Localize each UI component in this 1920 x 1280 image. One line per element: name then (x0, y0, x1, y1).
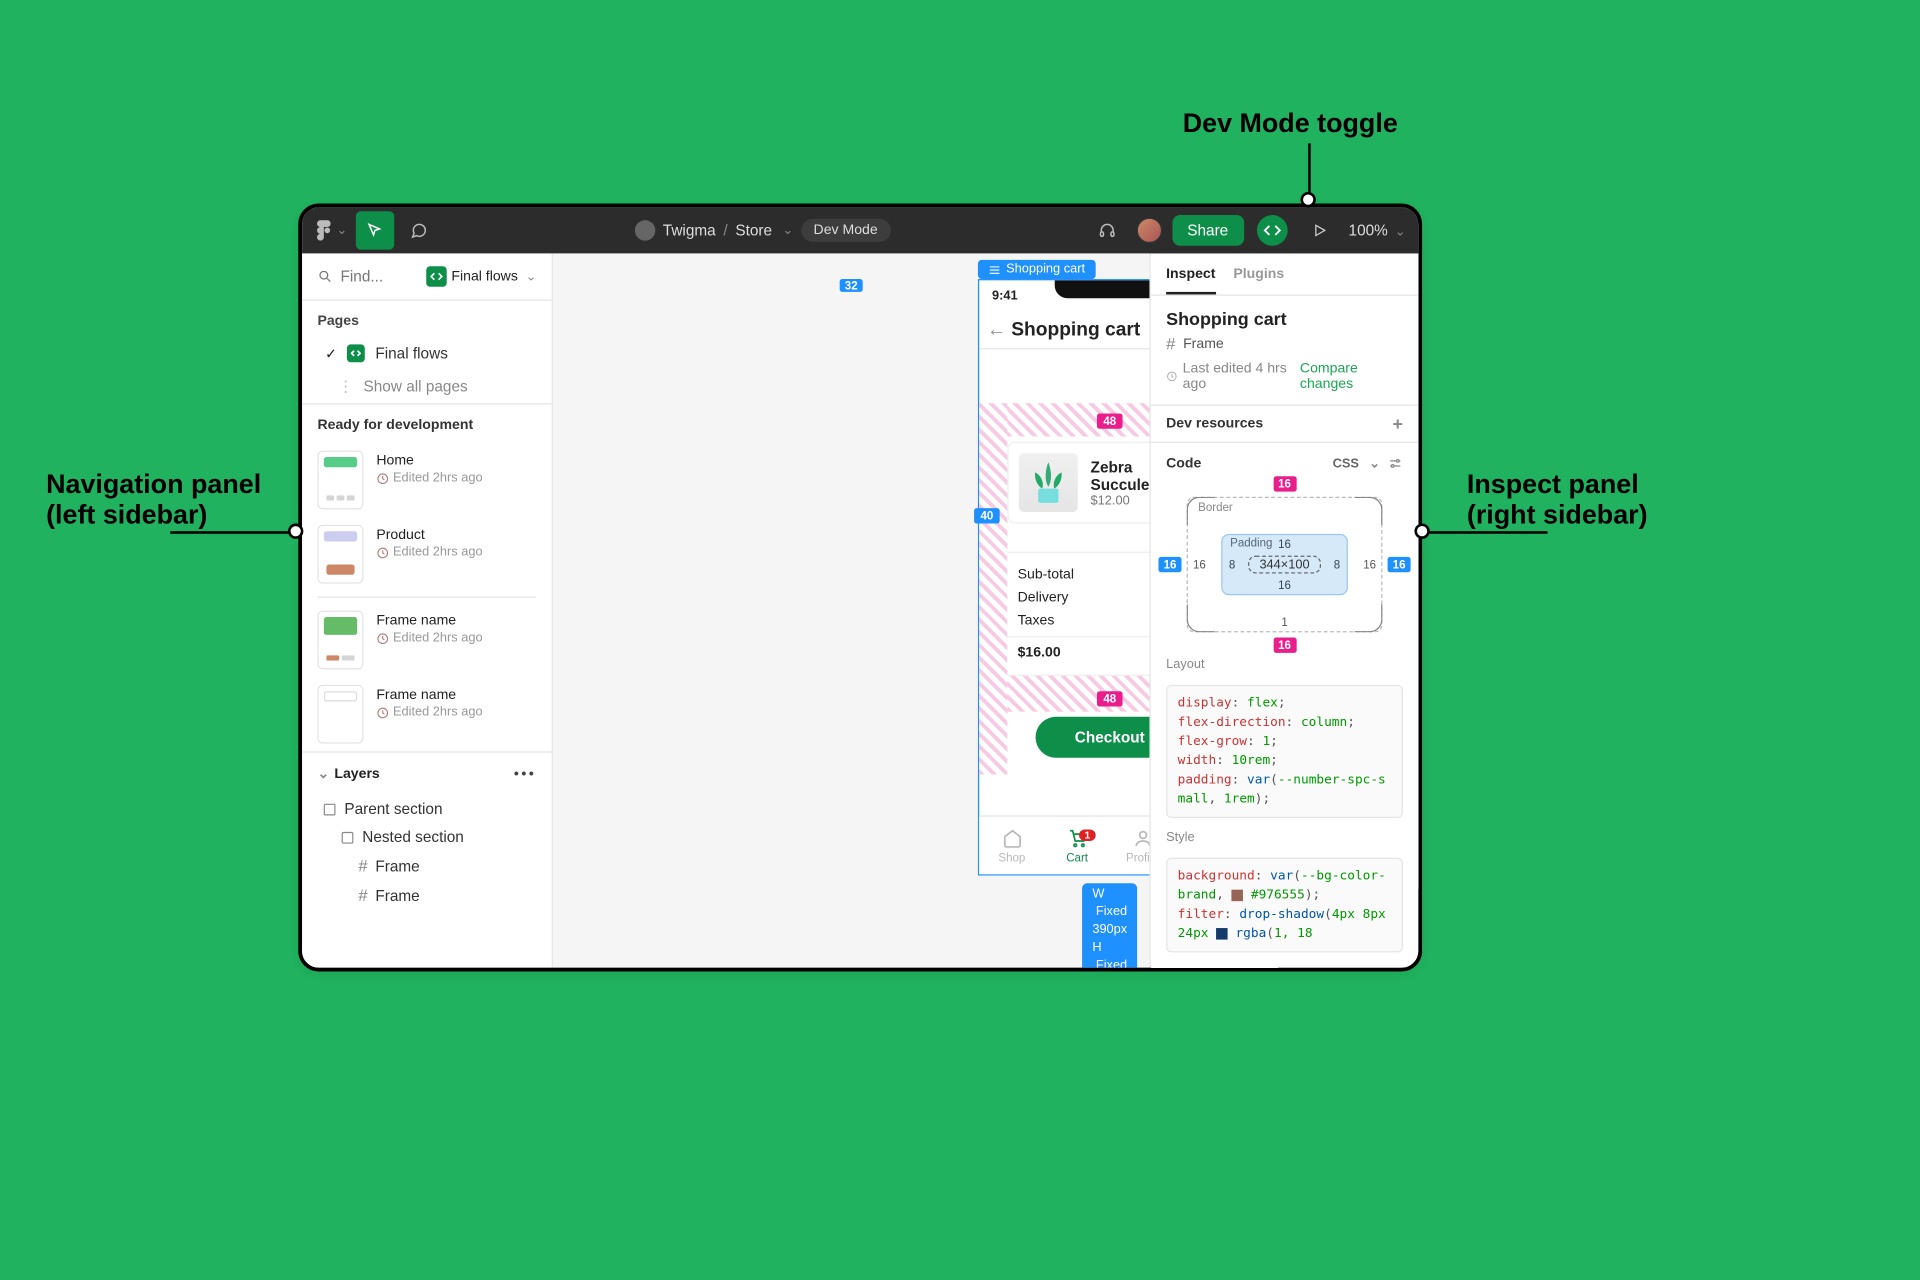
dev-resources-title: Dev resources (1166, 416, 1263, 431)
style-code[interactable]: background: var(--bg-color-brand, #97655… (1166, 858, 1403, 953)
cart-item-card[interactable]: Zebra Succulent $12.00 (1007, 442, 1149, 524)
product-image (1019, 453, 1078, 512)
devmode-toggle[interactable] (1256, 215, 1287, 246)
dimensions-tooltip: W Fixed 390pxH Fixed 844px (1082, 883, 1137, 967)
frame-icon: # (1166, 334, 1175, 353)
tab-bar: Shop 1Cart Profile Search (979, 815, 1149, 874)
annotation-dev: Dev Mode toggle (1183, 109, 1398, 140)
flow-filter-chip[interactable]: Final flows ⌄ (426, 266, 537, 286)
chevron-down-icon[interactable]: ⌄ (782, 223, 793, 237)
comment-tool-button[interactable] (399, 211, 437, 249)
selection-name: Shopping cart (1166, 308, 1403, 328)
layer-item[interactable]: Parent section (302, 795, 552, 823)
figma-logo-button[interactable]: ⌄ (312, 211, 350, 249)
spacing-label: 40 (974, 508, 1000, 523)
layer-item[interactable]: Nested section (302, 823, 552, 851)
compare-changes-link[interactable]: Compare changes (1300, 361, 1403, 392)
page-item[interactable]: ✓ Final flows (302, 337, 552, 370)
margin-highlight (979, 403, 1007, 774)
check-icon: ✓ (325, 345, 337, 362)
app-window: ⌄ Twigma / Store ⌄ Dev Mode Share (298, 204, 1422, 972)
org-name[interactable]: Twigma (663, 221, 716, 239)
tab-plugins[interactable]: Plugins (1233, 266, 1284, 294)
frame-item[interactable]: ProductEdited 2hrs ago (302, 517, 552, 591)
product-price: $12.00 (1091, 493, 1150, 507)
frame-label[interactable]: Shopping cart (978, 260, 1095, 279)
add-resource-button[interactable]: + (1392, 413, 1402, 433)
layout-code[interactable]: display: flex; flex-direction: column; f… (1166, 685, 1403, 818)
right-panel: Inspect Plugins Shopping cart # Frame Las… (1149, 253, 1418, 967)
share-button[interactable]: Share (1172, 215, 1244, 246)
annotation-nav: Navigation panel (left sidebar) (46, 470, 261, 531)
settings-icon[interactable] (1388, 456, 1403, 471)
annotation-line (1427, 531, 1547, 534)
margin-highlight (1007, 403, 1149, 436)
zoom-level[interactable]: 100% ⌄ (1349, 221, 1406, 239)
tab-shop[interactable]: Shop (979, 817, 1044, 875)
css-language-selector[interactable]: CSS ⌄ (1333, 456, 1403, 471)
frame-icon: # (358, 886, 367, 905)
totals-section: Sub-total$12.00 Delivery$1.00 Taxes$3.00… (1007, 552, 1149, 676)
pages-section-title: Pages (302, 301, 552, 337)
search-input[interactable]: Find... (317, 268, 415, 286)
back-icon[interactable]: ← (987, 319, 1006, 341)
page-title-bar: ← Shopping cart (979, 311, 1149, 349)
margin-highlight (1007, 676, 1149, 712)
org-avatar (635, 220, 655, 240)
canvas[interactable]: Shopping cart 32 9:41 ← Shopping cart (553, 253, 1149, 967)
file-name[interactable]: Store (735, 221, 772, 239)
more-icon[interactable]: ••• (514, 766, 536, 781)
chevron-down-icon: ⌄ (336, 223, 347, 237)
frame-item[interactable]: HomeEdited 2hrs ago (302, 443, 552, 517)
frame-item[interactable]: Frame nameEdited 2hrs ago (302, 603, 552, 677)
layer-item[interactable]: #Frame (302, 851, 552, 880)
layers-title: Layers (334, 766, 379, 781)
frame-item[interactable]: Frame nameEdited 2hrs ago (302, 677, 552, 751)
layout-subtitle: Layout (1166, 658, 1403, 672)
code-title: Code (1166, 456, 1201, 471)
mode-chip[interactable]: Dev Mode (801, 219, 891, 242)
spacing-label: 48 (1097, 691, 1123, 706)
status-bar: 9:41 (979, 280, 1149, 311)
layer-item[interactable]: #Frame (302, 881, 552, 910)
spacing-label: 48 (1097, 413, 1123, 428)
selection-type: Frame (1183, 336, 1224, 351)
breadcrumb-sep: / (723, 221, 727, 239)
annotation-line (170, 531, 290, 534)
last-edited: Last edited 4 hrs ago (1183, 361, 1300, 392)
checkout-button[interactable]: Checkout (1036, 717, 1150, 758)
product-name: Zebra Succulent (1091, 458, 1150, 494)
annotation-dot (1300, 192, 1315, 207)
show-all-pages[interactable]: ⋮ Show all pages (302, 370, 552, 403)
topbar: ⌄ Twigma / Store ⌄ Dev Mode Share (302, 207, 1418, 253)
tab-cart[interactable]: 1Cart (1044, 817, 1109, 875)
user-avatar[interactable] (1136, 218, 1162, 244)
annotation-dot (1414, 524, 1429, 539)
chevron-down-icon[interactable]: ⌄ (317, 765, 329, 782)
annotation-line (1308, 143, 1311, 197)
tab-profile[interactable]: Profile (1110, 817, 1150, 875)
measurement-badge: 32 (840, 279, 863, 292)
tab-inspect[interactable]: Inspect (1166, 266, 1215, 294)
left-sidebar: Find... Final flows ⌄ Pages ✓ Final flow… (302, 253, 553, 967)
cursor-tool-button[interactable] (356, 211, 394, 249)
ready-section-title: Ready for development (302, 403, 552, 443)
annotation-inspect: Inspect panel (right sidebar) (1467, 470, 1648, 531)
phone-frame[interactable]: 9:41 ← Shopping cart 48 40 (978, 279, 1150, 875)
box-model-diagram: 16 16 16 16 Border 16 16 1 Padding 16 16 (1166, 481, 1403, 647)
play-button[interactable] (1300, 211, 1338, 249)
frame-icon: # (358, 856, 367, 875)
style-subtitle: Style (1166, 831, 1403, 845)
annotation-dot (288, 524, 303, 539)
headset-icon[interactable] (1087, 211, 1125, 249)
